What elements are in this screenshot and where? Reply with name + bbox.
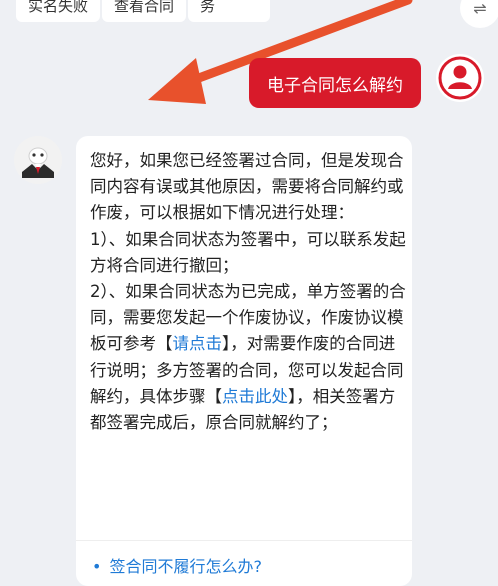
user-avatar: [436, 54, 484, 102]
steps-link[interactable]: 点击此处: [222, 387, 288, 406]
bullet-icon: •: [92, 557, 102, 576]
bot-reply-point-1: 1）、如果合同状态为签署中，可以联系发起方将合同进行撤回；: [90, 229, 406, 275]
suggested-question-text[interactable]: 签合同不履行怎么办?: [109, 557, 262, 576]
bot-avatar: [14, 136, 62, 184]
bot-reply-text: 您好，如果您已经签署过合同，但是发现合同内容有误或其他原因，需要将合同解约或作废…: [90, 148, 408, 436]
quick-reply-self-service[interactable]: 自助服务: [188, 0, 270, 22]
quick-reply-real-name-failed[interactable]: 实名失败: [16, 0, 100, 22]
bubble-divider: [76, 540, 412, 541]
user-message-bubble: 电子合同怎么解约: [249, 58, 421, 108]
switch-icon[interactable]: ⇌: [460, 0, 498, 28]
robot-avatar-icon: [14, 136, 62, 184]
suggested-question[interactable]: • 签合同不履行怎么办?: [92, 553, 262, 577]
template-link[interactable]: 请点击: [173, 334, 223, 353]
bot-reply-point-2: 2）、如果合同状态为已完成，单方签署的合同，需要您发起一个作废协议，作废协议模板…: [90, 279, 408, 436]
user-message-text: 电子合同怎么解约: [267, 75, 403, 96]
user-avatar-icon: [438, 56, 482, 100]
quick-reply-view-contract[interactable]: 查看合同: [102, 0, 186, 22]
bot-reply-intro: 您好，如果您已经签署过合同，但是发现合同内容有误或其他原因，需要将合同解约或作废…: [90, 151, 404, 223]
